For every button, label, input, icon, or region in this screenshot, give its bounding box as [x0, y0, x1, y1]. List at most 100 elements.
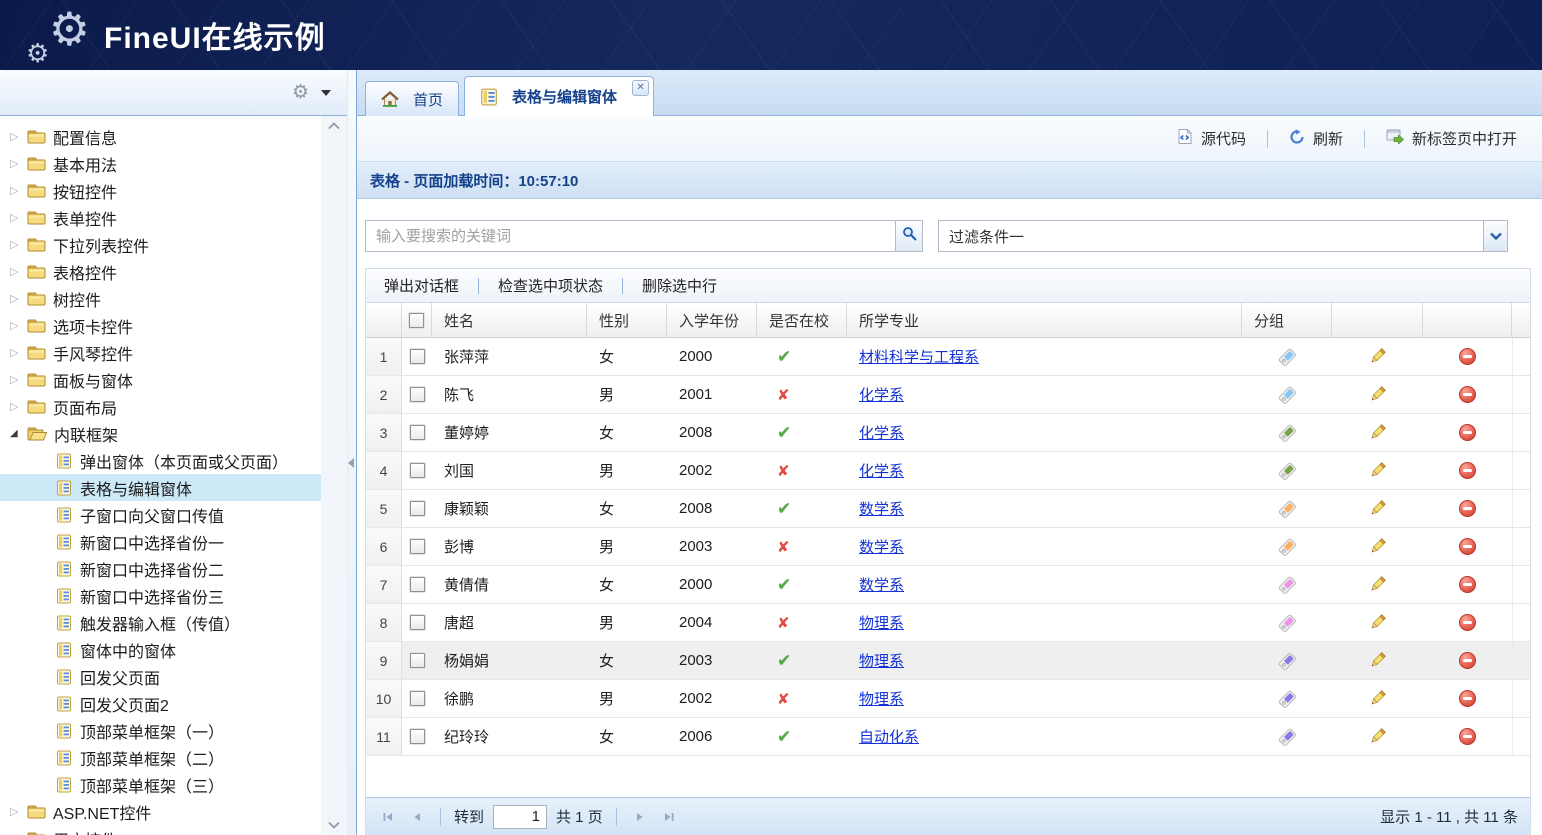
sidebar-subitem[interactable]: 新窗口中选择省份二 [0, 555, 321, 582]
expand-arrow-icon[interactable]: ▷ [10, 319, 27, 332]
delete-button[interactable] [1459, 614, 1476, 631]
collapse-sidebar-icon[interactable] [348, 458, 354, 468]
sidebar-item[interactable]: ▷下拉列表控件 [0, 231, 321, 258]
sidebar-scrollbar[interactable] [321, 116, 347, 835]
edit-pencil-button[interactable] [1368, 461, 1387, 480]
page-number-input[interactable] [493, 805, 547, 829]
major-link[interactable]: 化学系 [859, 384, 904, 405]
sidebar-item[interactable]: ▷选项卡控件 [0, 312, 321, 339]
tab-home[interactable]: 首页 [365, 81, 459, 116]
prev-page-button[interactable] [407, 806, 427, 828]
sidebar-subitem[interactable]: 触发器输入框（传值） [0, 609, 321, 636]
delete-button[interactable] [1459, 424, 1476, 441]
edit-pencil-button[interactable] [1368, 613, 1387, 632]
sidebar-item[interactable]: ▷手风琴控件 [0, 339, 321, 366]
expand-arrow-icon[interactable]: ▷ [10, 238, 27, 251]
sidebar-item[interactable]: ▷按钮控件 [0, 177, 321, 204]
tab-grid-edit-window[interactable]: 表格与编辑窗体 ✕ [464, 76, 654, 116]
chevron-down-icon[interactable] [1483, 221, 1507, 251]
source-code-button[interactable]: 源代码 [1168, 123, 1255, 154]
row-checkbox[interactable] [410, 615, 425, 630]
edit-pencil-button[interactable] [1368, 499, 1387, 518]
sidebar-item[interactable]: ▷用户控件 [0, 825, 321, 835]
sidebar-item[interactable]: ▷配置信息 [0, 123, 321, 150]
sidebar-subitem[interactable]: 回发父页面2 [0, 690, 321, 717]
row-checkbox[interactable] [410, 501, 425, 516]
search-input[interactable] [365, 220, 895, 252]
major-link[interactable]: 数学系 [859, 574, 904, 595]
sidebar-subitem[interactable]: 弹出窗体（本页面或父页面） [0, 447, 321, 474]
sidebar-subitem[interactable]: 顶部菜单框架（三） [0, 771, 321, 798]
row-checkbox[interactable] [410, 653, 425, 668]
sidebar-item[interactable]: ▷表格控件 [0, 258, 321, 285]
edit-pencil-button[interactable] [1368, 575, 1387, 594]
row-checkbox[interactable] [410, 577, 425, 592]
sidebar-item[interactable]: ▷基本用法 [0, 150, 321, 177]
major-link[interactable]: 化学系 [859, 460, 904, 481]
grid-toolbar-button[interactable]: 删除选中行 [630, 271, 729, 300]
expand-arrow-icon[interactable]: ▷ [10, 157, 27, 170]
gear-icon[interactable]: ⚙ [292, 81, 309, 104]
scroll-up-icon[interactable] [328, 122, 340, 130]
sidebar-item[interactable]: ▷树控件 [0, 285, 321, 312]
panel-splitter[interactable] [347, 70, 356, 835]
sidebar-subitem[interactable]: 顶部菜单框架（一） [0, 717, 321, 744]
sidebar-item[interactable]: ▷表单控件 [0, 204, 321, 231]
delete-button[interactable] [1459, 538, 1476, 555]
row-checkbox[interactable] [410, 463, 425, 478]
grid-toolbar-button[interactable]: 检查选中项状态 [486, 271, 615, 300]
sidebar-item[interactable]: ▷页面布局 [0, 393, 321, 420]
row-checkbox[interactable] [410, 425, 425, 440]
edit-pencil-button[interactable] [1368, 347, 1387, 366]
row-checkbox[interactable] [410, 387, 425, 402]
delete-button[interactable] [1459, 690, 1476, 707]
major-link[interactable]: 物理系 [859, 688, 904, 709]
delete-button[interactable] [1459, 652, 1476, 669]
edit-pencil-button[interactable] [1368, 651, 1387, 670]
grid-toolbar-button[interactable]: 弹出对话框 [372, 271, 471, 300]
expand-arrow-icon[interactable]: ▷ [10, 292, 27, 305]
delete-button[interactable] [1459, 728, 1476, 745]
expand-arrow-icon[interactable]: ▷ [10, 373, 27, 386]
delete-button[interactable] [1459, 348, 1476, 365]
sidebar-item[interactable]: ▷ASP.NET控件 [0, 798, 321, 825]
edit-pencil-button[interactable] [1368, 727, 1387, 746]
scroll-down-icon[interactable] [328, 821, 340, 829]
row-checkbox[interactable] [410, 349, 425, 364]
sidebar-subitem[interactable]: 表格与编辑窗体 [0, 474, 321, 501]
refresh-button[interactable]: 刷新 [1280, 123, 1352, 154]
search-button[interactable] [895, 220, 923, 252]
edit-pencil-button[interactable] [1368, 689, 1387, 708]
tab-close-icon[interactable]: ✕ [632, 80, 649, 96]
first-page-button[interactable] [378, 806, 398, 828]
row-checkbox[interactable] [410, 539, 425, 554]
delete-button[interactable] [1459, 500, 1476, 517]
major-link[interactable]: 数学系 [859, 498, 904, 519]
sidebar-subitem[interactable]: 回发父页面 [0, 663, 321, 690]
edit-pencil-button[interactable] [1368, 537, 1387, 556]
expand-arrow-icon[interactable]: ▷ [10, 346, 27, 359]
expand-arrow-icon[interactable]: ▷ [10, 400, 27, 413]
select-all-checkbox[interactable] [409, 313, 424, 328]
row-checkbox[interactable] [410, 691, 425, 706]
major-link[interactable]: 数学系 [859, 536, 904, 557]
delete-button[interactable] [1459, 462, 1476, 479]
next-page-button[interactable] [630, 806, 650, 828]
edit-pencil-button[interactable] [1368, 423, 1387, 442]
expand-arrow-icon[interactable]: ▷ [10, 265, 27, 278]
expand-arrow-icon[interactable]: ▷ [10, 130, 27, 143]
row-checkbox[interactable] [410, 729, 425, 744]
major-link[interactable]: 物理系 [859, 650, 904, 671]
major-link[interactable]: 材料科学与工程系 [859, 346, 979, 367]
last-page-button[interactable] [659, 806, 679, 828]
major-link[interactable]: 化学系 [859, 422, 904, 443]
delete-button[interactable] [1459, 576, 1476, 593]
expand-arrow-icon[interactable]: ▷ [10, 211, 27, 224]
collapse-arrow-icon[interactable]: ◢ [10, 428, 27, 439]
sidebar-subitem[interactable]: 窗体中的窗体 [0, 636, 321, 663]
expand-arrow-icon[interactable]: ▷ [10, 805, 27, 818]
delete-button[interactable] [1459, 386, 1476, 403]
sidebar-subitem[interactable]: 顶部菜单框架（二） [0, 744, 321, 771]
sidebar-item[interactable]: ◢内联框架 [0, 420, 321, 447]
sidebar-subitem[interactable]: 新窗口中选择省份三 [0, 582, 321, 609]
